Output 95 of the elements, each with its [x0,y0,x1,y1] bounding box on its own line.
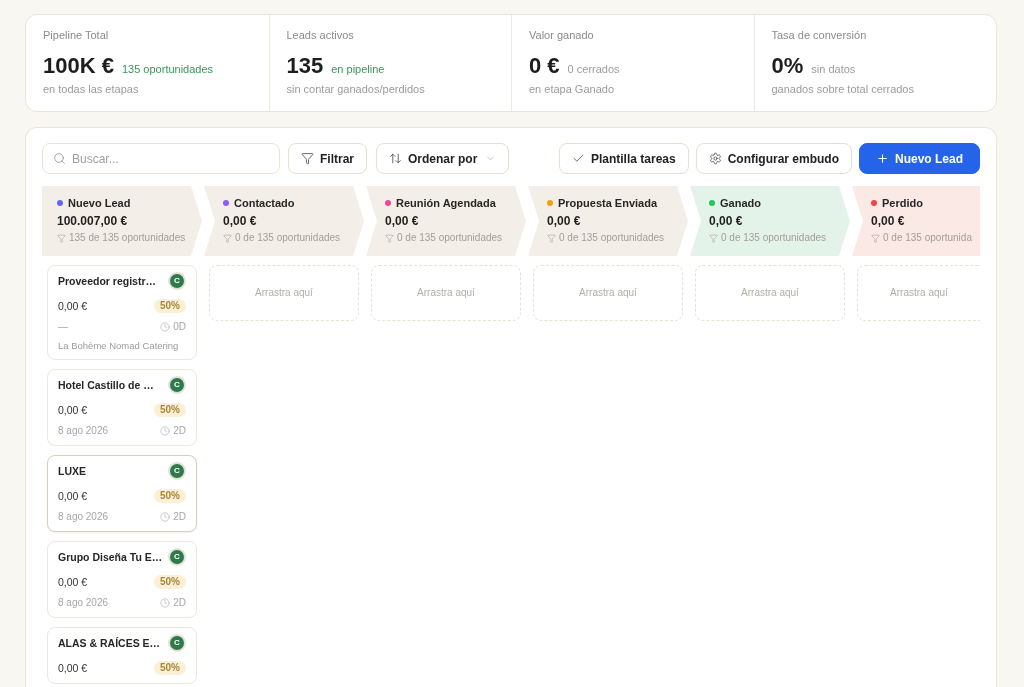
stage-count: 0 de 135 oportunidades [559,232,665,244]
drop-hint-text: Arrastra aquí [890,287,948,299]
stage-name: Nuevo Lead [68,196,131,210]
sort-icon [389,152,402,165]
lead-age: 2D [173,425,186,437]
avatar: C [168,462,186,480]
funnel-icon [57,233,66,243]
probability-badge: 50% [154,489,186,503]
plus-icon [876,152,889,165]
new-lead-button[interactable]: Nuevo Lead [859,143,980,174]
lead-card[interactable]: LUXE C 0,00 € 50% 8 ago 2026 2D [47,455,197,532]
avatar: C [168,272,186,290]
stat-value: 0% [771,53,804,79]
stat-note: en pipeline [331,62,385,76]
stat-value: 135 [286,53,324,79]
drop-hint-text: Arrastra aquí [579,287,637,299]
company-name: La Bohème Nomad Catering [58,340,179,351]
lead-age: 2D [173,511,186,523]
stat-label: Leads activos [286,28,354,42]
clock-icon [160,322,171,332]
stat-caption: sin contar ganados/perdidos [286,82,425,96]
stage-total: 100.007,00 € [57,214,128,228]
stat-value: 0 € [529,53,560,79]
lead-date: 8 ago 2026 [58,597,109,609]
lead-title: ALAS & RAÍCES E… [58,636,161,650]
stat-note: 0 cerrados [567,62,620,76]
lead-amount: 0,00 € [58,661,88,675]
drop-hint-text: Arrastra aquí [255,287,313,299]
sort-button[interactable]: Ordenar por [376,143,510,174]
lead-title: Proveedor registr… [58,274,157,288]
lead-card[interactable]: ALAS & RAÍCES E… C 0,00 € 50% [47,627,197,684]
lead-amount: 0,00 € [58,575,88,589]
stage-count: 0 de 135 oportunidades [721,232,827,244]
stage-count: 0 de 135 oportunidades [397,232,503,244]
lead-title: Grupo Diseña Tu E… [58,550,163,564]
stage-total: 0,00 € [709,214,743,228]
lead-amount: 0,00 € [58,489,88,503]
lead-date: 8 ago 2026 [58,511,109,523]
stage-name: Propuesta Enviada [558,196,658,210]
stat-label: Tasa de conversión [771,28,867,42]
funnel-icon [871,233,880,243]
avatar: C [168,634,186,652]
lead-age: 2D [173,597,186,609]
stage-total: 0,00 € [385,214,419,228]
probability-badge: 50% [154,299,186,313]
filter-button[interactable]: Filtrar [288,143,367,174]
lead-date: 8 ago 2026 [58,425,109,437]
task-template-button[interactable]: Plantilla tareas [558,143,689,174]
clock-icon [160,512,171,522]
clock-icon [160,598,171,608]
stat-caption: en etapa Ganado [529,82,615,96]
search-field[interactable]: Buscar... [42,143,280,174]
stage-count: 0 de 135 oportunidades [235,232,341,244]
lead-title: Hotel Castillo de … [58,378,154,392]
check-icon [571,152,585,165]
probability-badge: 50% [154,575,186,589]
stat-value: 100K € [43,53,114,79]
funnel-icon [709,233,718,243]
stage-count: 135 de 135 oportunidades [69,232,186,244]
drop-hint-text: Arrastra aquí [741,287,799,299]
stage-total: 0,00 € [547,214,581,228]
filter-icon [301,152,314,165]
probability-badge: 50% [154,661,186,675]
avatar: C [168,548,186,566]
lead-card[interactable]: Proveedor registr… C 0,00 € 50% — 0D La Bohème Nomad Catering [47,265,197,360]
lead-title: LUXE [58,464,86,478]
stat-caption: ganados sobre total cerrados [771,82,914,96]
configure-funnel-button[interactable]: Configurar embudo [695,143,852,174]
search-icon [53,152,66,165]
settings-icon [708,152,722,165]
lead-card[interactable]: Hotel Castillo de … C 0,00 € 50% 8 ago 2026 2D [47,369,197,446]
lead-amount: 0,00 € [58,299,88,313]
probability-badge: 50% [154,403,186,417]
funnel-icon [223,233,232,243]
clock-icon [160,426,171,436]
stage-total: 0,00 € [223,214,257,228]
stat-label: Pipeline Total [43,28,109,42]
stage-name: Perdido [882,196,923,210]
avatar: C [168,376,186,394]
funnel-icon [385,233,394,243]
stat-label: Valor ganado [529,28,594,42]
stage-name: Reunión Agendada [396,196,496,210]
stage-total: 0,00 € [871,214,905,228]
stage-name: Ganado [720,196,761,210]
stat-note: 135 oportunidades [121,62,214,76]
stat-note: sin datos [811,62,856,76]
drop-hint-text: Arrastra aquí [417,287,475,299]
lead-amount: 0,00 € [58,403,88,417]
stage-count: 0 de 135 oportunida [883,232,972,244]
stage-name: Contactado [234,196,295,210]
stat-caption: en todas las etapas [43,82,139,96]
funnel-icon [547,233,556,243]
lead-date: — [58,321,68,333]
lead-card[interactable]: Grupo Diseña Tu E… C 0,00 € 50% 8 ago 2026 2D [47,541,197,618]
lead-age: 0D [173,321,186,333]
